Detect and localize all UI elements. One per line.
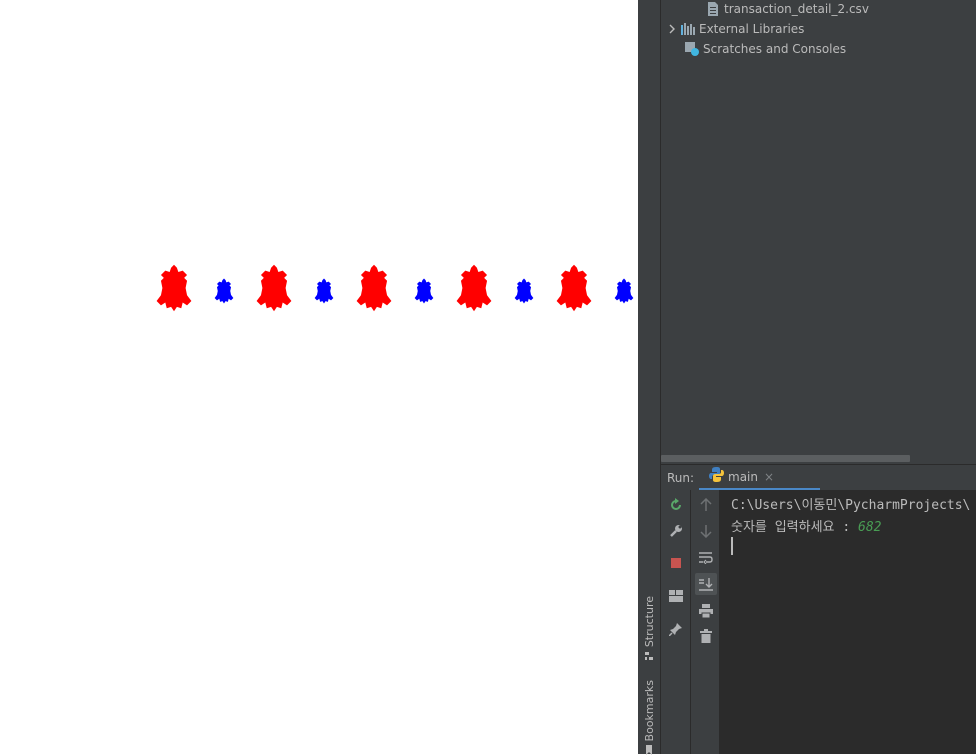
console-line-prompt: 숫자를 입력하세요 : 682 <box>731 516 881 535</box>
stop-icon <box>671 558 681 568</box>
run-panel-header: Run: main × <box>661 464 976 491</box>
structure-tab-label: Structure <box>642 596 656 648</box>
large-turtle <box>156 264 192 312</box>
console-line-path: C:\Users\이동민\PycharmProjects\ <box>731 498 971 513</box>
edit-configuration-button[interactable] <box>665 520 687 542</box>
pin-icon <box>669 623 682 636</box>
wrench-icon <box>670 525 682 537</box>
trash-icon <box>700 629 712 643</box>
scroll-up-button[interactable] <box>695 494 717 516</box>
rerun-button[interactable] <box>665 494 687 516</box>
turtle-drawing <box>156 264 634 312</box>
clear-all-button[interactable] <box>695 625 717 647</box>
pin-tab-button[interactable] <box>665 618 687 640</box>
console-user-input: 682 <box>858 520 882 535</box>
small-turtle <box>214 278 234 304</box>
arrow-up-icon <box>700 498 712 511</box>
large-turtle <box>256 264 292 312</box>
print-icon <box>699 604 713 618</box>
ide-panel: Structure Bookmarks transaction_detail_2… <box>638 0 976 755</box>
run-label: Run: <box>667 471 695 485</box>
turtle-graphics-canvas <box>0 0 638 754</box>
tree-item-label: transaction_detail_2.csv <box>724 2 869 16</box>
run-toolbar-secondary <box>691 490 719 754</box>
scroll-down-button[interactable] <box>695 520 717 542</box>
close-icon[interactable]: × <box>764 470 774 484</box>
run-tab-label: main <box>728 469 758 484</box>
python-icon <box>709 467 724 486</box>
console-prompt-text: 숫자를 입력하세요 : <box>731 520 858 535</box>
run-toolbar-primary <box>661 490 691 754</box>
csv-file-icon <box>705 1 721 17</box>
layout-button[interactable] <box>665 585 687 607</box>
stop-button[interactable] <box>665 552 687 574</box>
console-output[interactable]: C:\Users\이동민\PycharmProjects\ 숫자를 입력하세요 … <box>719 490 976 754</box>
scrollbar-thumb[interactable] <box>661 455 910 462</box>
large-turtle <box>356 264 392 312</box>
large-turtle <box>556 264 592 312</box>
tree-item-external-libraries[interactable]: External Libraries <box>666 19 804 39</box>
scroll-to-end-button[interactable] <box>695 573 717 595</box>
tree-item-label: Scratches and Consoles <box>703 42 847 56</box>
soft-wrap-button[interactable] <box>695 547 717 569</box>
tree-item-label: External Libraries <box>699 22 805 36</box>
small-turtle <box>314 278 334 304</box>
arrow-down-icon <box>700 525 712 538</box>
soft-wrap-icon <box>699 552 713 564</box>
scratches-icon <box>684 41 700 57</box>
project-tree: transaction_detail_2.csv External Librar… <box>661 0 976 455</box>
rerun-icon <box>671 498 681 510</box>
large-turtle <box>456 264 492 312</box>
bookmarks-tool-tab[interactable]: Bookmarks <box>638 680 660 755</box>
scroll-to-end-icon <box>699 578 713 591</box>
left-tool-stripe: Structure Bookmarks <box>638 0 661 755</box>
tree-item-scratches[interactable]: Scratches and Consoles <box>684 39 846 59</box>
small-turtle <box>514 278 534 304</box>
chevron-right-icon[interactable] <box>666 21 678 37</box>
structure-icon <box>645 652 653 661</box>
structure-tool-tab[interactable]: Structure <box>638 596 660 661</box>
run-tab-main[interactable]: main × <box>699 465 820 491</box>
print-button[interactable] <box>695 600 717 622</box>
libraries-icon <box>680 21 696 37</box>
text-caret <box>731 537 733 555</box>
layout-icon <box>669 590 683 602</box>
project-horizontal-scrollbar[interactable] <box>661 455 976 464</box>
bookmarks-tab-label: Bookmarks <box>642 680 656 742</box>
tree-item-csv-file[interactable]: transaction_detail_2.csv <box>705 0 869 19</box>
small-turtle <box>414 278 434 304</box>
small-turtle <box>614 278 634 304</box>
